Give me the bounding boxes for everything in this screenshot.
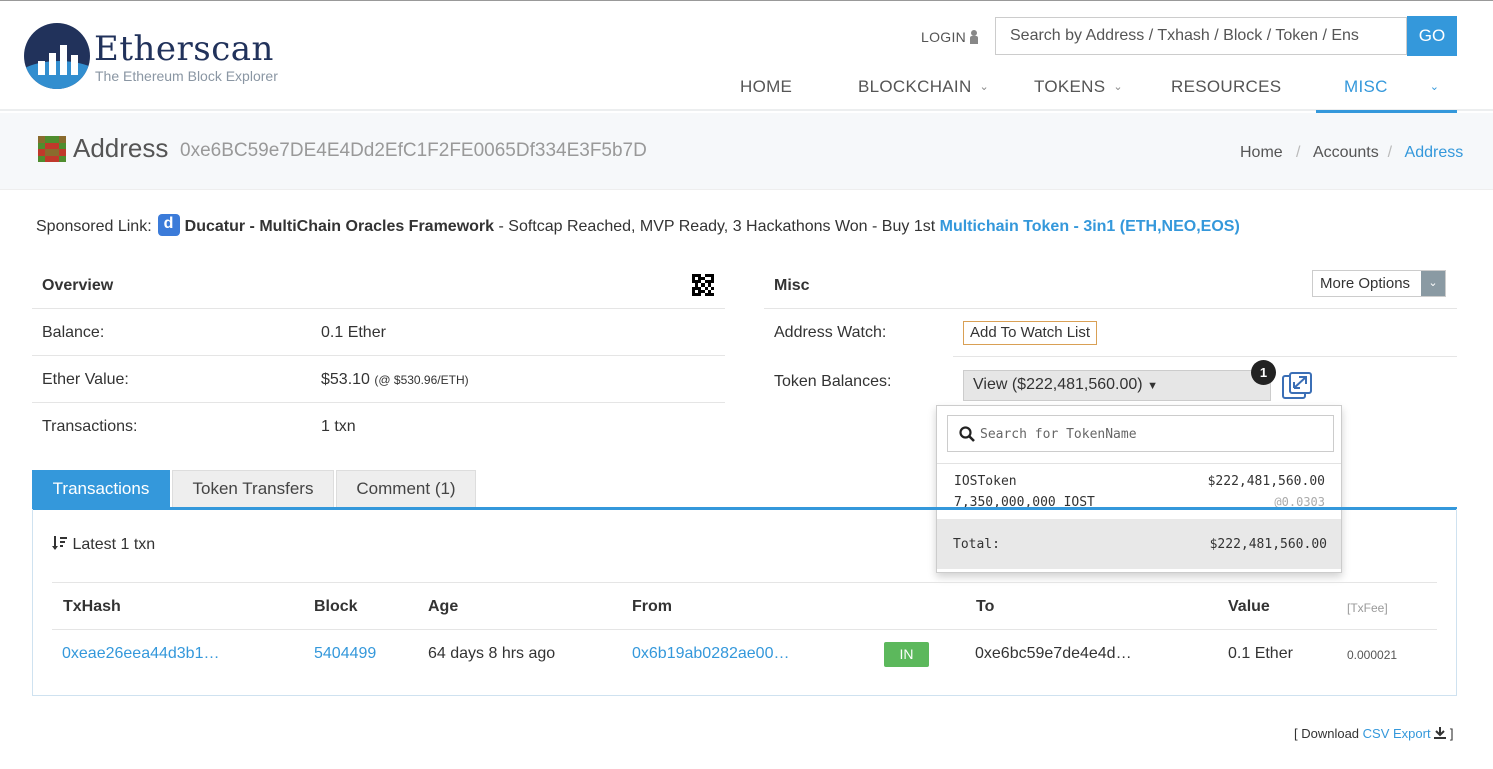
ether-value: $53.10 (@ $530.96/ETH) bbox=[321, 371, 469, 389]
column-header-txhash: TxHash bbox=[63, 598, 121, 615]
download-icon[interactable] bbox=[1434, 727, 1447, 739]
chevron-down-icon: ⌄ bbox=[979, 81, 990, 93]
transactions-label: Transactions: bbox=[42, 418, 138, 435]
breadcrumb: Home / Accounts / Address bbox=[1240, 144, 1463, 162]
sponsored-name[interactable]: Ducatur - MultiChain Oracles Framework bbox=[185, 218, 494, 235]
sponsored-text: - Softcap Reached, MVP Ready, 3 Hackatho… bbox=[494, 218, 940, 235]
nav-home[interactable]: HOME bbox=[740, 67, 792, 113]
address-watch-label: Address Watch: bbox=[774, 324, 887, 341]
token-value: $222,481,560.00 bbox=[1207, 474, 1325, 489]
sponsored-link: Sponsored Link: Ducatur - MultiChain Orac… bbox=[36, 214, 1240, 236]
block-link[interactable]: 5404499 bbox=[314, 645, 376, 663]
nav-blockchain[interactable]: BLOCKCHAIN ⌄ bbox=[858, 67, 989, 113]
nav-blockchain-label: BLOCKCHAIN bbox=[858, 77, 972, 96]
chevron-down-icon: ⌄ bbox=[1421, 271, 1445, 296]
divider bbox=[32, 402, 725, 403]
user-icon bbox=[970, 30, 979, 44]
ether-rate: (@ $530.96/ETH) bbox=[374, 373, 469, 387]
search-input[interactable] bbox=[995, 17, 1407, 55]
divider bbox=[953, 356, 1457, 357]
caret-down-icon: ▼ bbox=[1147, 380, 1158, 392]
tab-transactions[interactable]: Transactions bbox=[32, 470, 170, 508]
address-hash: 0xe6BC59e7DE4E4Dd2EfC1F2FE0065Df334E3F5b… bbox=[180, 140, 647, 161]
more-options-button[interactable]: More Options ⌄ bbox=[1312, 270, 1446, 297]
from-address-link[interactable]: 0x6b19ab0282ae00… bbox=[632, 645, 789, 663]
divider bbox=[32, 308, 725, 309]
breadcrumb-separator: / bbox=[1287, 144, 1310, 161]
column-header-from: From bbox=[632, 598, 672, 615]
value-amount: 0.1 Ether bbox=[1228, 645, 1293, 662]
token-search-box bbox=[947, 415, 1334, 452]
txhash-link[interactable]: 0xeae26eea44d3b1… bbox=[62, 645, 219, 663]
balance-label: Balance: bbox=[42, 324, 105, 341]
logo-title: Etherscan bbox=[94, 29, 274, 69]
to-address: 0xe6bc59e7de4e4d… bbox=[975, 645, 1132, 662]
nav-home-label: HOME bbox=[740, 77, 793, 96]
tab-token-transfers[interactable]: Token Transfers bbox=[172, 470, 334, 508]
transactions-count: 1 txn bbox=[321, 418, 356, 435]
breadcrumb-home[interactable]: Home bbox=[1240, 144, 1283, 161]
nav-misc-label: MISC bbox=[1344, 77, 1388, 96]
direction-badge: IN bbox=[884, 642, 929, 667]
chevron-down-icon: ⌄ bbox=[1113, 81, 1123, 93]
misc-heading: Misc bbox=[774, 277, 810, 294]
sort-icon bbox=[52, 536, 67, 550]
age-value: 64 days 8 hrs ago bbox=[428, 645, 556, 662]
csv-export-link[interactable]: CSV Export bbox=[1363, 726, 1431, 741]
ducatur-logo-icon bbox=[157, 214, 180, 236]
etherscan-logo[interactable]: Etherscan The Ethereum Block Explorer bbox=[24, 23, 294, 93]
logo-mark-icon bbox=[24, 23, 90, 89]
nav-resources[interactable]: RESOURCES bbox=[1171, 67, 1281, 113]
breadcrumb-accounts[interactable]: Accounts bbox=[1313, 144, 1379, 161]
divider bbox=[52, 582, 1437, 583]
nav-tokens[interactable]: TOKENS ⌄ bbox=[1034, 67, 1123, 113]
login-label: LOGIN bbox=[921, 29, 967, 45]
login-link[interactable]: LOGIN bbox=[921, 29, 979, 45]
latest-txn-label: Latest 1 txn bbox=[72, 536, 156, 553]
qr-code-icon[interactable] bbox=[692, 274, 714, 296]
sponsored-token-link[interactable]: Multichain Token - 3in1 (ETH,NEO,EOS) bbox=[940, 218, 1240, 235]
nav-resources-label: RESOURCES bbox=[1171, 77, 1282, 96]
column-header-to: To bbox=[976, 598, 995, 615]
divider bbox=[764, 308, 1457, 309]
divider bbox=[32, 355, 725, 356]
site-header: Etherscan The Ethereum Block Explorer LO… bbox=[0, 1, 1493, 113]
token-name: IOSToken bbox=[954, 474, 1017, 489]
token-count-badge: 1 bbox=[1251, 360, 1276, 385]
chevron-down-icon: ⌄ bbox=[1429, 81, 1440, 93]
logo-subtitle: The Ethereum Block Explorer bbox=[95, 68, 278, 84]
column-header-age: Age bbox=[428, 598, 459, 615]
token-balances-value: View ($222,481,560.00) bbox=[973, 376, 1143, 393]
expand-icon[interactable] bbox=[1282, 372, 1312, 400]
download-suffix: ] bbox=[1446, 726, 1454, 741]
ether-value-amount: $53.10 bbox=[321, 371, 370, 388]
breadcrumb-separator: / bbox=[1383, 144, 1401, 161]
download-prefix: [ Download bbox=[1294, 726, 1363, 741]
add-to-watch-list-button[interactable]: Add To Watch List bbox=[963, 321, 1098, 345]
token-search-input[interactable] bbox=[980, 422, 1320, 446]
go-button[interactable]: GO bbox=[1407, 16, 1457, 56]
overview-heading: Overview bbox=[42, 277, 114, 294]
download-csv: [ Download CSV Export ] bbox=[1294, 726, 1453, 741]
breadcrumb-address: Address bbox=[1404, 144, 1464, 161]
token-balances-dropdown-button[interactable]: View ($222,481,560.00) ▼ bbox=[963, 370, 1271, 401]
column-header-txfee[interactable]: [TxFee] bbox=[1347, 601, 1388, 615]
nav-tokens-label: TOKENS bbox=[1034, 77, 1106, 96]
identicon-icon bbox=[38, 136, 66, 162]
more-options-label: More Options bbox=[1320, 275, 1411, 292]
balance-value: 0.1 Ether bbox=[321, 324, 386, 341]
sponsored-prefix: Sponsored Link: bbox=[36, 218, 152, 235]
divider bbox=[52, 629, 1437, 630]
token-balances-label: Token Balances: bbox=[774, 373, 892, 390]
column-header-block: Block bbox=[314, 598, 358, 615]
search-icon bbox=[959, 426, 975, 442]
txfee-value: 0.000021 bbox=[1347, 648, 1398, 662]
tab-comment[interactable]: Comment (1) bbox=[336, 470, 476, 508]
nav-misc[interactable]: MISC ⌄ bbox=[1316, 67, 1457, 113]
page-title: Address bbox=[73, 133, 169, 163]
column-header-value: Value bbox=[1228, 598, 1270, 615]
latest-txn-summary: Latest 1 txn bbox=[52, 535, 155, 554]
ether-value-label: Ether Value: bbox=[42, 371, 129, 388]
